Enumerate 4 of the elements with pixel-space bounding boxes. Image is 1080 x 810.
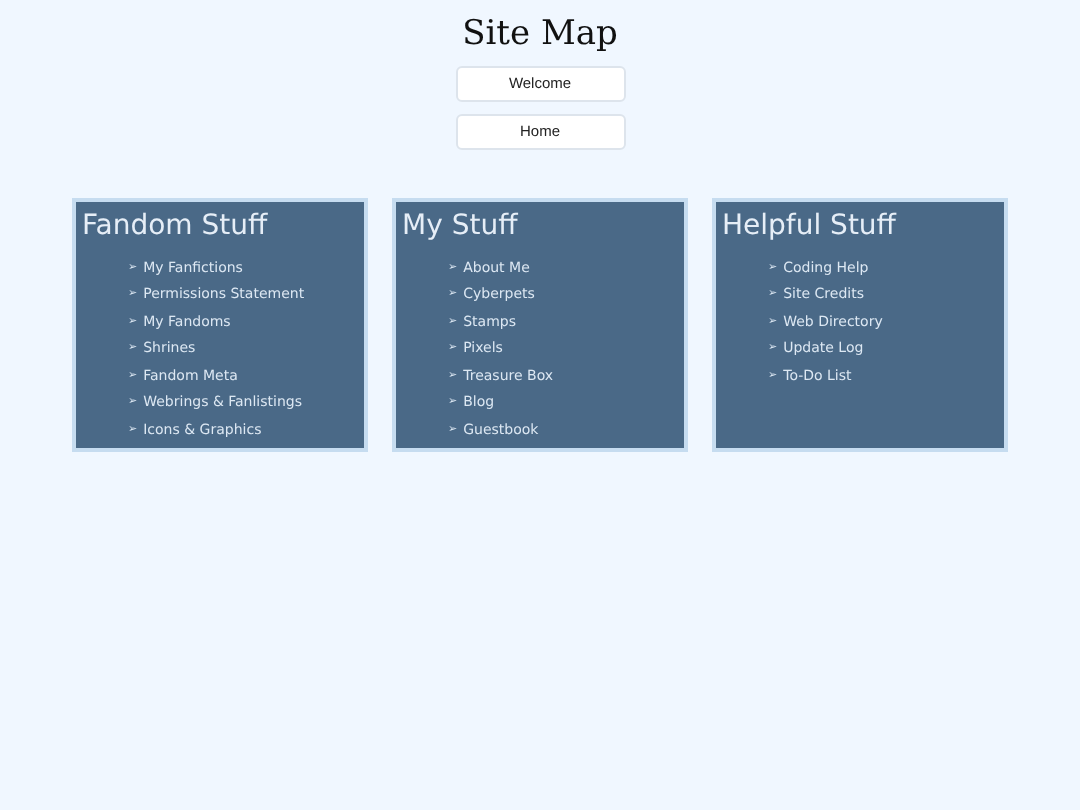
section-heading: Fandom Stuff (82, 208, 270, 246)
section-heading: Helpful Stuff (722, 208, 899, 246)
page-title: Site Map (462, 12, 618, 56)
section-heading: My Stuff (402, 208, 520, 246)
